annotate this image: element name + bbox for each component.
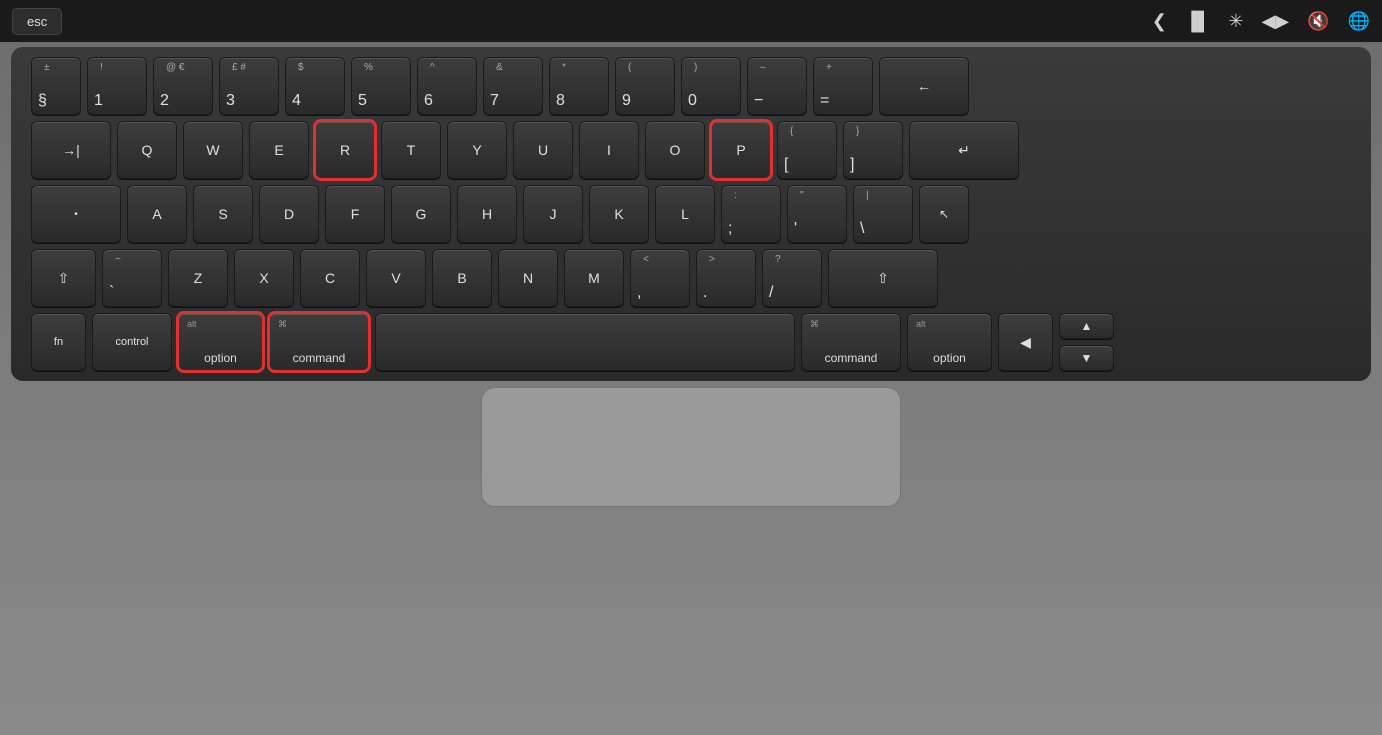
key-command-left[interactable]: ⌘ command [269,313,369,371]
key-y[interactable]: Y [447,121,507,179]
qwerty-row: →| Q W E R T Y U I [31,121,1351,179]
key-3[interactable]: £ # 3 [219,57,279,115]
key-comma[interactable]: < , [630,249,690,307]
key-backtick[interactable]: ~ ` [102,249,162,307]
key-shift-left[interactable]: ⇧ [31,249,96,307]
key-backslash[interactable]: | \ [853,185,913,243]
brightness-icon[interactable]: ✳ [1228,11,1243,32]
trackpad[interactable] [481,387,901,507]
key-h[interactable]: H [457,185,517,243]
volume-icon[interactable]: ◀▶ [1261,11,1289,32]
key-g[interactable]: G [391,185,451,243]
key-j[interactable]: J [523,185,583,243]
key-home[interactable]: ↖ [919,185,969,243]
key-2[interactable]: @ € 2 [153,57,213,115]
key-arrow-left[interactable]: ◀ [998,313,1053,371]
key-slash[interactable]: ? / [762,249,822,307]
key-spacebar[interactable] [375,313,795,371]
key-delete[interactable]: ← [879,57,969,115]
keyboard: ± § ! 1 @ € 2 £ # 3 $ 4 % 5 [11,47,1371,381]
key-command-right[interactable]: ⌘ command [801,313,901,371]
key-t[interactable]: T [381,121,441,179]
key-c[interactable]: C [300,249,360,307]
asdf-row: • A S D F G H J K [31,185,1351,243]
key-a[interactable]: A [127,185,187,243]
key-e[interactable]: E [249,121,309,179]
key-arrow-up[interactable]: ▲ [1059,313,1114,339]
key-l[interactable]: L [655,185,715,243]
key-6[interactable]: ^ 6 [417,57,477,115]
key-s[interactable]: S [193,185,253,243]
key-v[interactable]: V [366,249,426,307]
key-section[interactable]: ± § [31,57,81,115]
key-period[interactable]: > . [696,249,756,307]
key-arrow-down[interactable]: ▼ [1059,345,1114,371]
mute-icon[interactable]: 🔇 [1307,11,1329,32]
key-p[interactable]: P [711,121,771,179]
bottom-row: fn control alt option ⌘ command ⌘ comman… [31,313,1351,371]
key-shift-right[interactable]: ⇧ [828,249,938,307]
key-f[interactable]: F [325,185,385,243]
key-quote[interactable]: " ' [787,185,847,243]
key-q[interactable]: Q [117,121,177,179]
key-bracket-left[interactable]: { [ [777,121,837,179]
key-r[interactable]: R [315,121,375,179]
key-semicolon[interactable]: : ; [721,185,781,243]
key-8[interactable]: * 8 [549,57,609,115]
number-row: ± § ! 1 @ € 2 £ # 3 $ 4 % 5 [31,57,1351,115]
keyboard-container: esc ❮ ▐▌ ✳ ◀▶ 🔇 🌐 ± § ! 1 @ € 2 [0,0,1382,735]
key-equals[interactable]: + = [813,57,873,115]
key-1[interactable]: ! 1 [87,57,147,115]
key-k[interactable]: K [589,185,649,243]
key-d[interactable]: D [259,185,319,243]
key-control[interactable]: control [92,313,172,371]
key-bracket-right[interactable]: } ] [843,121,903,179]
key-i[interactable]: I [579,121,639,179]
key-option-left[interactable]: alt option [178,313,263,371]
siri-icon[interactable]: 🌐 [1348,11,1370,32]
touch-bar-icons: ❮ ▐▌ ✳ ◀▶ 🔇 🌐 [1152,11,1370,32]
touch-bar: esc ❮ ▐▌ ✳ ◀▶ 🔇 🌐 [0,0,1382,42]
arrow-up-down-group: ▲ ▼ [1059,313,1114,371]
zxcv-row: ⇧ ~ ` Z X C V B N [31,249,1351,307]
key-n[interactable]: N [498,249,558,307]
key-fn[interactable]: fn [31,313,86,371]
key-w[interactable]: W [183,121,243,179]
key-tab[interactable]: →| [31,121,111,179]
key-z[interactable]: Z [168,249,228,307]
key-x[interactable]: X [234,249,294,307]
key-7[interactable]: & 7 [483,57,543,115]
key-b[interactable]: B [432,249,492,307]
key-u[interactable]: U [513,121,573,179]
esc-key[interactable]: esc [12,8,62,35]
chevron-left-icon: ❮ [1152,11,1167,32]
key-4[interactable]: $ 4 [285,57,345,115]
key-minus[interactable]: – − [747,57,807,115]
audio-wave-icon[interactable]: ▐▌ [1185,11,1211,32]
key-9[interactable]: ( 9 [615,57,675,115]
key-option-right[interactable]: alt option [907,313,992,371]
key-5[interactable]: % 5 [351,57,411,115]
key-m[interactable]: M [564,249,624,307]
key-return[interactable]: ↵ [909,121,1019,179]
key-0[interactable]: ) 0 [681,57,741,115]
key-o[interactable]: O [645,121,705,179]
key-capslock[interactable]: • [31,185,121,243]
